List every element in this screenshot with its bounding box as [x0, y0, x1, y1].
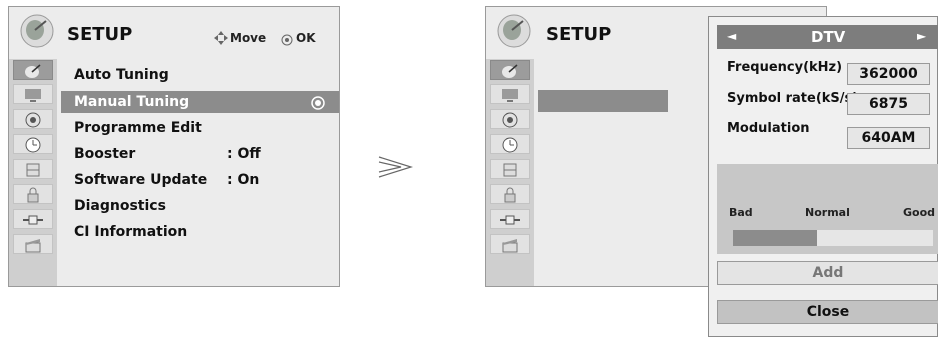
lock-box-icon — [503, 163, 517, 177]
setup-menu-left: SETUP Move OK Auto Tuning Manual Tuning … — [8, 6, 340, 287]
satellite-dish-icon — [25, 64, 41, 78]
sidebar-item-lock[interactable] — [13, 159, 53, 179]
speaker-icon — [25, 112, 41, 128]
booster-value: : Off — [227, 146, 261, 162]
speaker-icon — [502, 112, 518, 128]
frequency-field[interactable]: 362000 — [847, 63, 930, 85]
sidebar-item-time[interactable] — [13, 134, 53, 154]
menu-title: SETUP — [67, 24, 133, 45]
input-plug-icon — [23, 215, 43, 225]
sidebar-item-setup[interactable] — [490, 60, 530, 80]
tv-screen-icon — [502, 89, 518, 102]
sidebar-item-audio[interactable] — [13, 109, 53, 129]
tv-screen-icon — [25, 89, 41, 102]
selected-radio-icon — [311, 95, 325, 114]
satellite-dish-icon — [502, 64, 518, 78]
signal-strength-bar — [733, 230, 933, 246]
menu-item-booster[interactable]: Booster — [74, 146, 135, 162]
symbol-rate-field[interactable]: 6875 — [847, 93, 930, 115]
software-update-value: : On — [227, 172, 260, 188]
ok-hint: OK — [296, 31, 316, 45]
signal-strength-panel: Bad Normal Good — [717, 164, 938, 254]
menu-item-manual-tuning[interactable]: Manual Tuning — [74, 94, 189, 110]
clock-icon — [502, 137, 518, 153]
ok-icon — [281, 31, 293, 50]
sidebar-item-picture[interactable] — [13, 84, 53, 104]
menu-item-software-update[interactable]: Software Update — [74, 172, 207, 188]
sidebar-item-lock[interactable] — [490, 159, 530, 179]
move-hint: Move — [230, 31, 267, 45]
sidebar-item-usb[interactable] — [13, 234, 53, 254]
menu-title: SETUP — [546, 24, 612, 45]
sidebar-item-input[interactable] — [13, 209, 53, 229]
signal-bad-label: Bad — [729, 206, 753, 219]
sidebar-item-time[interactable] — [490, 134, 530, 154]
sidebar-item-input[interactable] — [490, 209, 530, 229]
mode-label: DTV — [811, 28, 846, 46]
clapboard-icon — [502, 239, 518, 253]
padlock-icon — [27, 187, 39, 203]
menu-item-diagnostics[interactable]: Diagnostics — [74, 198, 166, 214]
mode-selector[interactable]: ◄ DTV ► — [717, 25, 938, 49]
sidebar-item-option[interactable] — [490, 184, 530, 204]
clock-icon — [25, 137, 41, 153]
sidebar-item-picture[interactable] — [490, 84, 530, 104]
signal-good-label: Good — [903, 206, 936, 219]
signal-strength-fill — [733, 230, 817, 246]
menu-item-programme-edit[interactable]: Programme Edit — [74, 120, 202, 136]
input-plug-icon — [500, 215, 520, 225]
clapboard-icon — [25, 239, 41, 253]
menu-item-auto-tuning[interactable]: Auto Tuning — [74, 67, 169, 83]
sidebar-item-setup[interactable] — [13, 60, 53, 80]
selected-row-highlight — [538, 90, 668, 112]
setup-menu-icon — [496, 13, 532, 53]
padlock-icon — [504, 187, 516, 203]
modulation-field[interactable]: 640AM — [847, 127, 930, 149]
frequency-label: Frequency(kHz) — [727, 60, 843, 75]
close-button[interactable]: Close — [717, 300, 938, 324]
sidebar-item-audio[interactable] — [490, 109, 530, 129]
move-icon — [214, 30, 228, 49]
next-step-arrow-icon — [377, 152, 415, 186]
add-button[interactable]: Add — [717, 261, 938, 285]
menu-item-ci-information[interactable]: CI Information — [74, 224, 187, 240]
setup-menu-icon — [19, 13, 55, 53]
lock-box-icon — [26, 163, 40, 177]
sidebar-item-option[interactable] — [13, 184, 53, 204]
manual-tuning-dialog: ◄ DTV ► Frequency(kHz) 362000 Symbol rat… — [708, 16, 938, 337]
sidebar-item-usb[interactable] — [490, 234, 530, 254]
chevron-right-icon[interactable]: ► — [917, 29, 926, 43]
modulation-label: Modulation — [727, 121, 810, 136]
symbol-rate-label: Symbol rate(kS/s) — [727, 91, 859, 106]
signal-normal-label: Normal — [805, 206, 850, 219]
chevron-left-icon[interactable]: ◄ — [727, 29, 736, 43]
